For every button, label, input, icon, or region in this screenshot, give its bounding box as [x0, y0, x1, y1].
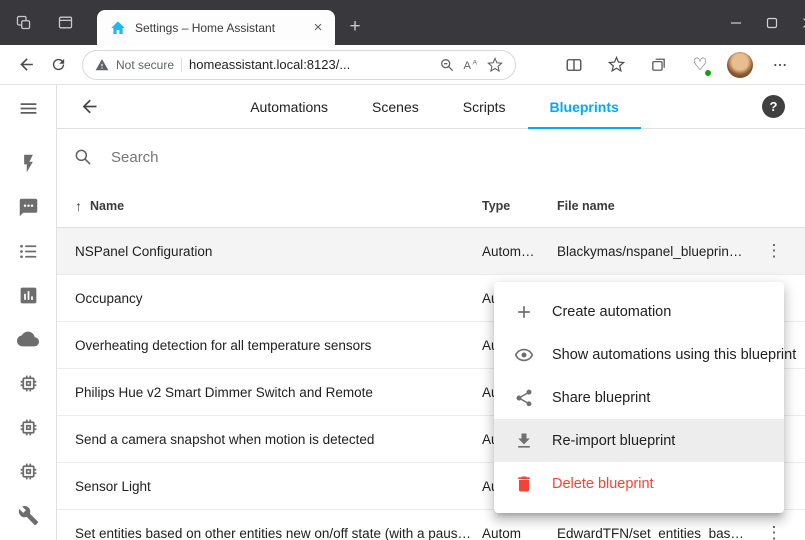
- new-tab-button[interactable]: +: [342, 14, 368, 40]
- browser-toolbar: Not secure homeassistant.local:8123/... …: [0, 45, 805, 85]
- ha-sidebar: [0, 85, 57, 540]
- sidebar-item-developer-tools[interactable]: [0, 493, 56, 537]
- menu-item-reimport-blueprint[interactable]: Re-import blueprint: [494, 419, 784, 462]
- favorite-star-icon[interactable]: [487, 57, 503, 73]
- plus-icon: [514, 302, 534, 322]
- titlebar-left-icons: [14, 13, 74, 31]
- row-name: NSPanel Configuration: [75, 244, 482, 259]
- download-icon: [514, 431, 534, 451]
- sidebar-item-addon-1[interactable]: [0, 361, 56, 405]
- sidebar-item-logbook[interactable]: [0, 229, 56, 273]
- tab-close-icon[interactable]: ×: [309, 19, 327, 37]
- security-label[interactable]: Not secure: [116, 58, 174, 72]
- search-input[interactable]: [109, 148, 789, 167]
- minimize-button[interactable]: [718, 0, 754, 45]
- tab-automations[interactable]: Automations: [228, 85, 350, 128]
- trash-icon: [514, 474, 534, 494]
- sidebar-menu-icon[interactable]: [18, 89, 39, 127]
- tab-actions-icon[interactable]: [56, 13, 74, 31]
- svg-text:A: A: [473, 59, 478, 66]
- home-assistant-app: Automations Scenes Scripts Blueprints ? …: [0, 85, 805, 540]
- favorites-hub-icon[interactable]: [601, 50, 631, 80]
- tab-scenes[interactable]: Scenes: [350, 85, 441, 128]
- home-assistant-favicon: [109, 19, 127, 37]
- search-icon: [73, 147, 93, 167]
- browser-tab[interactable]: Settings – Home Assistant ×: [97, 10, 335, 45]
- row-name: Philips Hue v2 Smart Dimmer Switch and R…: [75, 385, 482, 400]
- menu-item-share-blueprint[interactable]: Share blueprint: [494, 376, 784, 419]
- window-controls: [718, 0, 805, 45]
- search-row: [57, 129, 805, 185]
- tab-title: Settings – Home Assistant: [135, 21, 301, 35]
- table-row[interactable]: Set entities based on other entities new…: [57, 510, 805, 540]
- not-secure-warning-icon: [95, 58, 109, 72]
- zoom-icon[interactable]: [439, 57, 455, 73]
- row-file: Blackymas/nspanel_blueprin…: [557, 244, 762, 259]
- close-button[interactable]: [790, 0, 805, 45]
- table-row[interactable]: NSPanel Configuration Autom… Blackymas/n…: [57, 228, 805, 275]
- collections-icon[interactable]: [643, 50, 673, 80]
- profile-avatar[interactable]: [727, 52, 753, 78]
- svg-text:A: A: [464, 59, 472, 71]
- sort-ascending-icon: ↑: [75, 198, 82, 214]
- ha-tab-bar: Automations Scenes Scripts Blueprints: [228, 85, 641, 128]
- sidebar-item-cloud[interactable]: [0, 317, 56, 361]
- menu-item-show-automations[interactable]: Show automations using this blueprint: [494, 333, 784, 376]
- blueprint-context-menu: Create automation Show automations using…: [494, 282, 784, 513]
- url-text[interactable]: homeassistant.local:8123/...: [189, 57, 432, 72]
- row-type: Autom…: [482, 244, 557, 259]
- tab-blueprints[interactable]: Blueprints: [528, 85, 641, 128]
- menu-item-create-automation[interactable]: Create automation: [494, 290, 784, 333]
- column-header-type[interactable]: Type: [482, 199, 557, 213]
- sidebar-item-addon-2[interactable]: [0, 405, 56, 449]
- row-type: Autom: [482, 526, 557, 540]
- row-name: Sensor Light: [75, 479, 482, 494]
- browser-essentials-icon[interactable]: ♡: [685, 50, 715, 80]
- sidebar-item-addon-3[interactable]: [0, 449, 56, 493]
- row-name: Set entities based on other entities new…: [75, 526, 482, 540]
- settings-more-icon[interactable]: [765, 50, 795, 80]
- eye-icon: [514, 345, 534, 365]
- row-file: EdwardTFN/set_entities_bas…: [557, 526, 762, 540]
- share-icon: [514, 388, 534, 408]
- row-overflow-menu-icon[interactable]: ⋮: [762, 521, 786, 540]
- row-name: Occupancy: [75, 291, 482, 306]
- address-bar[interactable]: Not secure homeassistant.local:8123/... …: [82, 50, 516, 80]
- menu-item-delete-blueprint[interactable]: Delete blueprint: [494, 462, 784, 505]
- help-icon[interactable]: ?: [762, 95, 785, 118]
- ha-main: Automations Scenes Scripts Blueprints ? …: [57, 85, 805, 540]
- split-screen-icon[interactable]: [559, 50, 589, 80]
- sidebar-item-energy[interactable]: [0, 141, 56, 185]
- tab-scripts[interactable]: Scripts: [441, 85, 528, 128]
- row-name: Overheating detection for all temperatur…: [75, 338, 482, 353]
- back-icon[interactable]: [10, 49, 42, 81]
- address-divider: [181, 58, 182, 72]
- row-name: Send a camera snapshot when motion is de…: [75, 432, 482, 447]
- row-overflow-menu-icon[interactable]: ⋮: [762, 239, 786, 263]
- sidebar-item-history[interactable]: [0, 273, 56, 317]
- column-header-name[interactable]: ↑ Name: [75, 198, 482, 214]
- refresh-icon[interactable]: [42, 49, 74, 81]
- essentials-status-dot: [704, 69, 712, 77]
- table-header: ↑ Name Type File name: [57, 185, 805, 228]
- maximize-button[interactable]: [754, 0, 790, 45]
- ha-back-icon[interactable]: [71, 89, 107, 125]
- sidebar-item-assist[interactable]: [0, 185, 56, 229]
- read-aloud-icon[interactable]: AA: [462, 56, 480, 74]
- column-header-file[interactable]: File name: [557, 199, 762, 213]
- toolbar-right-icons: ♡: [559, 50, 795, 80]
- browser-titlebar: Settings – Home Assistant × +: [0, 0, 805, 45]
- workspaces-icon[interactable]: [14, 13, 32, 31]
- ha-header: Automations Scenes Scripts Blueprints ?: [57, 85, 805, 129]
